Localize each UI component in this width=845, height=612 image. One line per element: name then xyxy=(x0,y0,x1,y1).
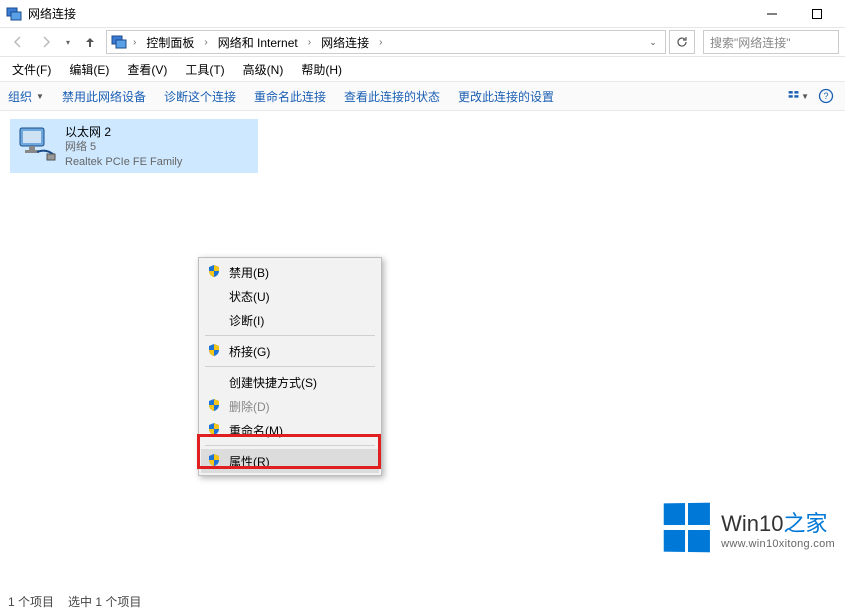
shield-icon xyxy=(207,264,221,278)
breadcrumb-item[interactable]: 网络和 Internet xyxy=(214,34,302,51)
menu-view[interactable]: 查看(V) xyxy=(119,59,175,80)
menu-tools[interactable]: 工具(T) xyxy=(177,59,232,80)
context-menu-label: 禁用(B) xyxy=(229,264,269,281)
context-menu-item[interactable]: 重命名(M) xyxy=(201,418,379,442)
shield-icon xyxy=(207,343,221,357)
context-menu-label: 删除(D) xyxy=(229,398,270,415)
menu-edit[interactable]: 编辑(E) xyxy=(61,59,117,80)
context-menu-label: 重命名(M) xyxy=(229,422,283,439)
cmd-diagnose[interactable]: 诊断这个连接 xyxy=(164,88,236,105)
title-bar: 网络连接 xyxy=(0,0,845,27)
command-bar: 组织▼ 禁用此网络设备 诊断这个连接 重命名此连接 查看此连接的状态 更改此连接… xyxy=(0,81,845,111)
shield-icon xyxy=(207,422,221,436)
menu-help[interactable]: 帮助(H) xyxy=(293,59,350,80)
context-menu-label: 状态(U) xyxy=(229,288,270,305)
chevron-down-icon: ▼ xyxy=(801,92,809,101)
history-dropdown[interactable]: ▾ xyxy=(62,30,74,54)
svg-text:?: ? xyxy=(823,91,828,101)
app-icon xyxy=(6,6,22,22)
chevron-right-icon: › xyxy=(306,37,313,48)
context-menu-item[interactable]: 创建快捷方式(S) xyxy=(201,370,379,394)
context-menu-item: 删除(D) xyxy=(201,394,379,418)
back-button[interactable] xyxy=(6,30,30,54)
address-dropdown-icon[interactable]: ⌄ xyxy=(645,37,661,48)
minimize-button[interactable] xyxy=(749,0,794,27)
context-menu-item[interactable]: 桥接(G) xyxy=(201,339,379,363)
up-button[interactable] xyxy=(78,30,102,54)
menu-file[interactable]: 文件(F) xyxy=(4,59,59,80)
context-menu-separator xyxy=(205,445,375,446)
chevron-down-icon: ▼ xyxy=(36,92,44,101)
content-area: 以太网 2 网络 5 Realtek PCIe FE Family 禁用(B) 状… xyxy=(0,111,845,571)
cmd-organize[interactable]: 组织▼ xyxy=(8,88,44,105)
chevron-right-icon: › xyxy=(131,37,138,48)
context-menu-separator xyxy=(205,366,375,367)
context-menu: 禁用(B) 状态(U) 诊断(I) 桥接(G) 创建快捷方式(S) 删除(D) 重命名(M)… xyxy=(198,257,382,476)
addressbar-icon xyxy=(111,34,127,50)
address-bar[interactable]: › 控制面板 › 网络和 Internet › 网络连接 › ⌄ xyxy=(106,30,666,54)
help-button[interactable]: ? xyxy=(815,85,837,107)
breadcrumb-item[interactable]: 网络连接 xyxy=(317,34,373,51)
context-menu-item[interactable]: 属性(R) xyxy=(201,449,379,473)
menu-bar: 文件(F) 编辑(E) 查看(V) 工具(T) 高级(N) 帮助(H) xyxy=(0,57,845,81)
refresh-button[interactable] xyxy=(669,30,695,54)
view-options-button[interactable]: ▼ xyxy=(787,85,809,107)
context-menu-label: 属性(R) xyxy=(229,453,270,470)
context-menu-separator xyxy=(205,335,375,336)
cmd-rename[interactable]: 重命名此连接 xyxy=(254,88,326,105)
ethernet-adapter-icon xyxy=(17,124,57,164)
address-row: ▾ › 控制面板 › 网络和 Internet › 网络连接 › ⌄ 搜索"网络… xyxy=(0,27,845,57)
maximize-button[interactable] xyxy=(794,0,839,27)
chevron-right-icon: › xyxy=(202,37,209,48)
windows-logo-icon xyxy=(664,503,713,554)
watermark: Win10之家 www.win10xitong.com xyxy=(663,503,835,553)
shield-icon xyxy=(207,453,221,467)
context-menu-item[interactable]: 诊断(I) xyxy=(201,308,379,332)
adapter-name: 以太网 2 xyxy=(65,124,182,140)
breadcrumb-item[interactable]: 控制面板 xyxy=(142,34,198,51)
context-menu-label: 创建快捷方式(S) xyxy=(229,374,317,391)
status-selected-count: 选中 1 个项目 xyxy=(68,593,141,610)
context-menu-item[interactable]: 状态(U) xyxy=(201,284,379,308)
watermark-url: www.win10xitong.com xyxy=(721,538,835,550)
network-adapter-item[interactable]: 以太网 2 网络 5 Realtek PCIe FE Family xyxy=(10,119,258,173)
adapter-network: 网络 5 xyxy=(65,140,182,155)
chevron-right-icon: › xyxy=(377,37,384,48)
shield-icon xyxy=(207,398,221,412)
watermark-brand: Win10之家 xyxy=(721,506,835,538)
cmd-change-settings[interactable]: 更改此连接的设置 xyxy=(458,88,554,105)
cmd-disable-device[interactable]: 禁用此网络设备 xyxy=(62,88,146,105)
status-item-count: 1 个项目 xyxy=(8,593,54,610)
context-menu-item[interactable]: 禁用(B) xyxy=(201,260,379,284)
menu-advanced[interactable]: 高级(N) xyxy=(235,59,292,80)
status-bar: 1 个项目 选中 1 个项目 xyxy=(0,590,149,612)
search-input[interactable]: 搜索"网络连接" xyxy=(703,30,839,54)
cmd-view-status[interactable]: 查看此连接的状态 xyxy=(344,88,440,105)
context-menu-label: 桥接(G) xyxy=(229,343,270,360)
context-menu-label: 诊断(I) xyxy=(229,312,264,329)
forward-button[interactable] xyxy=(34,30,58,54)
adapter-description: Realtek PCIe FE Family xyxy=(65,155,182,170)
window-title: 网络连接 xyxy=(28,5,76,22)
